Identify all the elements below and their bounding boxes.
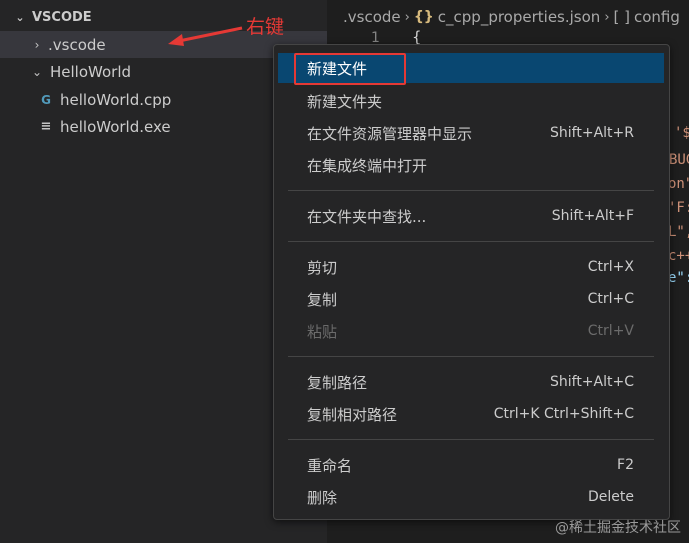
menu-item-cut[interactable]: 剪切 Ctrl+X: [278, 252, 664, 282]
menu-item-label: 重命名: [307, 456, 353, 475]
menu-item-new-folder[interactable]: 新建文件夹: [278, 86, 664, 116]
code-fragment: on": [668, 176, 689, 192]
menu-item-shortcut: Shift+Alt+F: [551, 208, 634, 224]
section-title: VSCODE: [32, 9, 92, 25]
menu-item-shortcut: F2: [617, 457, 634, 473]
chevron-right-icon: ›: [604, 9, 610, 25]
breadcrumb-symbol[interactable]: config: [634, 8, 680, 26]
menu-item-rename[interactable]: 重命名 F2: [278, 450, 664, 480]
code-fragment: BUG: [669, 152, 689, 168]
chevron-right-icon: ›: [404, 9, 410, 25]
tree-item-label: .vscode: [48, 35, 106, 54]
code-fragment: 'F:: [668, 200, 689, 216]
tree-item-label: helloWorld.cpp: [60, 90, 172, 109]
breadcrumb: .vscode › {} c_cpp_properties.json › [ ]…: [343, 6, 680, 28]
code-fragment: L",: [668, 224, 689, 240]
cpp-file-icon: G: [41, 92, 51, 107]
code-fragment: e":: [668, 270, 689, 286]
annotation-highlight-box: [294, 53, 406, 85]
array-symbol-icon: [ ]: [613, 8, 630, 26]
annotation-arrow-icon: [168, 26, 243, 46]
menu-item-label: 新建文件夹: [307, 92, 383, 111]
menu-item-copy-path[interactable]: 复制路径 Shift+Alt+C: [278, 367, 664, 397]
menu-item-shortcut: Ctrl+C: [587, 291, 634, 307]
annotation-label: 右键: [246, 16, 285, 38]
exe-file-icon: ≡: [40, 119, 52, 134]
menu-item-shortcut: Ctrl+X: [587, 259, 634, 275]
menu-item-label: 复制: [307, 290, 338, 309]
menu-item-shortcut: Ctrl+V: [587, 323, 634, 339]
code-fragment: c++: [668, 248, 689, 264]
menu-item-shortcut: Shift+Alt+C: [549, 374, 634, 390]
menu-item-paste: 粘贴 Ctrl+V: [278, 316, 664, 346]
chevron-down-icon: ⌄: [31, 64, 43, 79]
context-menu: 新建文件 新建文件夹 在文件资源管理器中显示 Shift+Alt+R 在集成终端…: [273, 44, 670, 520]
menu-item-label: 复制路径: [307, 373, 368, 392]
breadcrumb-folder[interactable]: .vscode: [343, 8, 401, 26]
menu-item-delete[interactable]: 删除 Delete: [278, 482, 664, 512]
menu-separator: [288, 190, 654, 191]
menu-separator: [288, 241, 654, 242]
menu-item-shortcut: Shift+Alt+R: [550, 125, 634, 141]
code-fragment: '${: [674, 125, 689, 141]
menu-separator: [288, 439, 654, 440]
chevron-down-icon: ⌄: [15, 10, 25, 24]
menu-separator: [288, 356, 654, 357]
menu-item-label: 粘贴: [307, 322, 338, 341]
menu-item-label: 复制相对路径: [307, 405, 398, 424]
menu-item-copy[interactable]: 复制 Ctrl+C: [278, 284, 664, 314]
menu-item-find-in-folder[interactable]: 在文件夹中查找... Shift+Alt+F: [278, 201, 664, 231]
menu-item-copy-relative-path[interactable]: 复制相对路径 Ctrl+K Ctrl+Shift+C: [278, 399, 664, 429]
menu-item-label: 在文件资源管理器中显示: [307, 124, 473, 143]
tree-item-label: HelloWorld: [50, 62, 132, 81]
menu-item-label: 剪切: [307, 258, 338, 277]
menu-item-label: 在文件夹中查找...: [307, 207, 427, 226]
watermark: @稀土掘金技术社区: [555, 520, 681, 536]
menu-item-shortcut: Delete: [588, 489, 634, 505]
json-file-icon: {}: [413, 9, 434, 25]
tree-item-label: helloWorld.exe: [60, 117, 171, 136]
chevron-right-icon: ›: [34, 37, 40, 52]
menu-item-label: 删除: [307, 488, 338, 507]
menu-item-reveal-in-explorer[interactable]: 在文件资源管理器中显示 Shift+Alt+R: [278, 118, 664, 148]
menu-item-label: 在集成终端中打开: [307, 156, 428, 175]
menu-item-shortcut: Ctrl+K Ctrl+Shift+C: [493, 406, 634, 422]
menu-item-open-in-terminal[interactable]: 在集成终端中打开: [278, 150, 664, 180]
breadcrumb-file[interactable]: c_cpp_properties.json: [438, 8, 601, 26]
